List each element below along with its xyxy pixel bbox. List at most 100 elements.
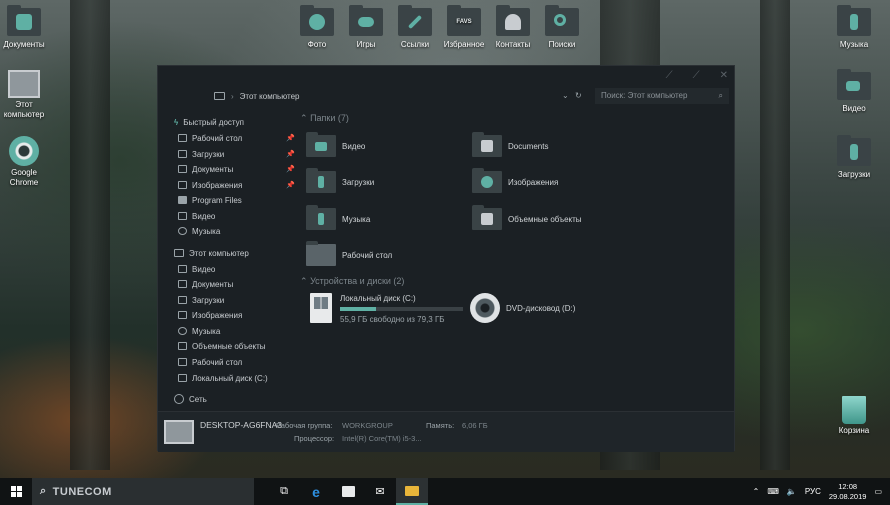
edge-button[interactable]: e xyxy=(300,478,332,505)
nav-pc-local-disk[interactable]: Локальный диск (C:) xyxy=(178,371,268,385)
background-tree xyxy=(70,0,110,470)
search-input[interactable]: Поиск: Этот компьютер ⌕ xyxy=(595,88,729,104)
folder-name: Музыка xyxy=(342,214,371,224)
cpu-value: Intel(R) Core(TM) i5-3... xyxy=(342,434,422,443)
folder-item[interactable]: Музыка xyxy=(306,205,371,230)
folders-section-header[interactable]: ⌃ Папки (7) xyxy=(300,113,349,124)
nav-label: Рабочий стол xyxy=(192,357,243,367)
nav-label: Изображения xyxy=(192,180,243,190)
downloads-folder-icon xyxy=(306,168,336,193)
nav-quick-access[interactable]: ϟ Быстрый доступ xyxy=(174,115,244,129)
clock[interactable]: 12:08 29.08.2019 xyxy=(829,482,867,502)
nav-pc-desktop[interactable]: Рабочий стол xyxy=(178,355,242,369)
speaker-icon[interactable]: 🔈 xyxy=(787,487,797,496)
desktop-icon-music[interactable]: Музыка xyxy=(824,5,884,50)
nav-desktop[interactable]: Рабочий стол 📌 xyxy=(178,131,295,145)
task-view-icon: ⧉ xyxy=(280,485,288,497)
music-icon xyxy=(178,327,187,335)
desktop-folder-icon xyxy=(306,241,336,266)
video-icon xyxy=(178,265,187,273)
nav-pc-downloads[interactable]: Загрузки xyxy=(178,293,224,307)
nav-music[interactable]: Музыка xyxy=(178,224,220,238)
time: 12:08 xyxy=(838,481,858,491)
computer-icon xyxy=(174,249,184,257)
windows-drive-icon xyxy=(310,293,332,323)
desktop-icon xyxy=(178,134,187,142)
nav-program-files[interactable]: Program Files xyxy=(178,193,242,207)
nav-pc-pictures[interactable]: Изображения xyxy=(178,308,242,322)
network-icon xyxy=(174,394,184,404)
desktop-icon-documents[interactable]: Документы xyxy=(0,5,54,50)
search-icon: ⌕ xyxy=(40,485,47,497)
task-view-button[interactable]: ⧉ xyxy=(268,478,300,505)
minimize-icon[interactable]: ⟋ xyxy=(666,70,673,81)
nav-downloads[interactable]: Загрузки 📌 xyxy=(178,147,295,161)
desktop-icon-video[interactable]: Видео xyxy=(824,69,884,114)
desktop-icon xyxy=(178,358,187,366)
desktop-icon-this-pc[interactable]: Этот компьютер xyxy=(0,70,54,120)
desktop-icon-searches[interactable]: Поиски xyxy=(532,5,592,50)
maximize-icon[interactable]: ⟋ xyxy=(693,70,700,81)
desktop-icon-downloads[interactable]: Загрузки xyxy=(824,135,884,180)
start-button[interactable] xyxy=(0,478,32,505)
music-folder-icon xyxy=(306,205,336,230)
folder-item[interactable]: Изображения xyxy=(472,168,558,193)
nav-pc-music[interactable]: Музыка xyxy=(178,324,220,338)
folder-item[interactable]: Рабочий стол xyxy=(306,241,392,266)
folder-item[interactable]: Видео xyxy=(306,132,365,157)
folder-item[interactable]: Загрузки xyxy=(306,168,374,193)
video-icon xyxy=(178,212,187,220)
memory-label: Память: xyxy=(426,421,455,430)
document-icon xyxy=(178,165,187,173)
search-icon: ⌕ xyxy=(718,91,723,100)
desktop-icon-chrome[interactable]: Google Chrome xyxy=(0,136,54,188)
dvd-drive[interactable]: DVD-дисковод (D:) xyxy=(470,293,575,323)
chevron-up-icon: ⌃ xyxy=(300,276,308,286)
notification-icon[interactable]: ▭ xyxy=(874,487,882,496)
documents-folder-icon xyxy=(472,132,502,157)
store-button[interactable] xyxy=(332,478,364,505)
desktop-icon-label: Загрузки xyxy=(837,170,871,179)
nav-pc-videos[interactable]: Видео xyxy=(178,262,215,276)
edge-icon: e xyxy=(312,483,320,500)
folder-item[interactable]: Объемные объекты xyxy=(472,205,582,230)
drive-c[interactable]: Локальный диск (C:) 55,9 ГБ свободно из … xyxy=(310,293,470,325)
chevron-up-icon[interactable]: ⌃ xyxy=(753,487,760,496)
computer-icon xyxy=(214,92,225,100)
desktop-icon-label: Поиски xyxy=(548,40,576,49)
file-explorer-button[interactable] xyxy=(396,478,428,505)
camera-icon xyxy=(300,5,334,36)
nav-pc-3d-objects[interactable]: Объемные объекты xyxy=(178,339,266,353)
nav-videos[interactable]: Видео xyxy=(178,209,215,223)
folder-name: Documents xyxy=(508,141,549,151)
nav-label: Видео xyxy=(192,264,216,274)
refresh-icon[interactable]: ↻ xyxy=(575,91,582,100)
desktop-icon-label: Видео xyxy=(842,104,866,113)
nav-documents[interactable]: Документы 📌 xyxy=(178,162,295,176)
nav-label: Быстрый доступ xyxy=(183,117,244,127)
camera-icon xyxy=(178,311,187,319)
network-icon[interactable]: ⌨ xyxy=(767,487,779,496)
lightning-icon: ϟ xyxy=(174,117,179,127)
file-explorer-window[interactable]: ⟋ ⟋ ✕ › Этот компьютер ⌄ ↻ Поиск: Этот к… xyxy=(157,65,735,452)
nav-network[interactable]: Сеть xyxy=(174,392,207,406)
workgroup-value: WORKGROUP xyxy=(342,421,393,430)
nav-pc-documents[interactable]: Документы xyxy=(178,277,233,291)
desktop-icon-recycle-bin[interactable]: Корзина xyxy=(824,396,884,436)
address-bar[interactable]: › Этот компьютер xyxy=(214,88,582,104)
cube-icon xyxy=(178,342,187,350)
download-icon xyxy=(178,150,187,158)
mail-button[interactable]: ✉ xyxy=(364,478,396,505)
chevron-down-icon[interactable]: ⌄ xyxy=(562,91,569,100)
memory-value: 6,06 ГБ xyxy=(462,421,488,430)
taskbar-search[interactable]: ⌕ TUNECOM xyxy=(32,478,254,505)
desktop-icon-label: Документы xyxy=(3,40,45,49)
close-icon[interactable]: ✕ xyxy=(720,70,728,81)
nav-pictures[interactable]: Изображения 📌 xyxy=(178,178,295,192)
nav-this-pc[interactable]: Этот компьютер xyxy=(174,246,249,260)
nav-label: Музыка xyxy=(192,326,221,336)
language-indicator[interactable]: РУС xyxy=(805,487,821,496)
folder-item[interactable]: Documents xyxy=(472,132,549,157)
recycle-bin-icon xyxy=(842,396,866,424)
devices-section-header[interactable]: ⌃ Устройства и диски (2) xyxy=(300,276,404,287)
